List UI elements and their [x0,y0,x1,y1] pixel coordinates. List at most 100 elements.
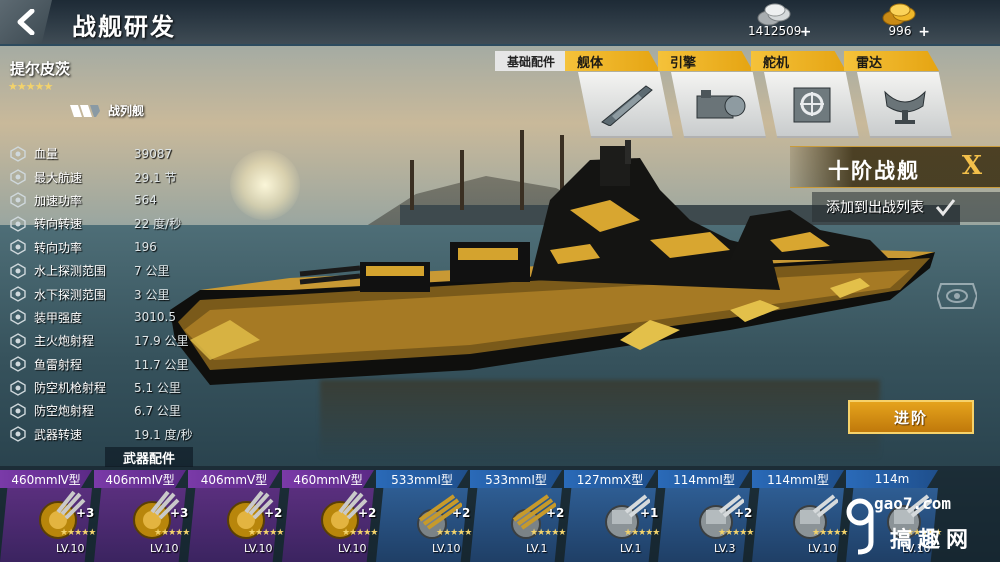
back-button[interactable] [0,0,52,44]
stat-value: 22 度/秒 [134,217,182,232]
ship-class: 战列舰 [70,102,144,119]
weapon-bonus: +2 [734,506,753,520]
part-radar[interactable] [857,72,952,138]
stat-label: 装甲强度 [34,310,83,325]
tab-engine[interactable]: 引擎 [658,51,753,71]
gao7-logo-icon [846,498,874,555]
stat-row: 防空炮射程 6.7 公里 [10,399,210,422]
weapon-card[interactable]: 460mmⅣ型 +3 ★★★★★ LV.10 [0,466,96,562]
weapon-card[interactable]: 114mmⅠ型 +2 ★★★★★ LV.3 [658,466,754,562]
star-icon: ★ [43,80,54,93]
stat-value: 3 公里 [134,287,170,302]
weapon-stars: ★★★★★ [718,528,754,538]
stat-icon [10,286,26,302]
page-title: 战舰研发 [72,13,176,41]
stat-value: 19.1 度/秒 [134,427,193,442]
silver-amount: 1412509 [748,24,802,38]
stat-label: 防空机枪射程 [34,381,107,396]
tab-hull[interactable]: 舰体 [565,51,660,71]
ship-rating-stars: ★★★★★ [8,80,54,93]
stat-row: 血量 39087 [10,142,210,165]
stat-icon [10,356,26,373]
stat-icon [10,216,26,232]
weapon-name: 114m [846,470,938,488]
weapon-card[interactable]: 533mmⅠ型 +2 ★★★★★ LV.1 [470,466,566,562]
stat-row: 转向功率 196 [10,236,210,259]
weapon-bonus: +3 [76,506,95,520]
parts-tabs: 基础配件 舰体 引擎 舵机 雷达 [495,50,939,72]
weapon-level: LV.1 [620,542,642,555]
silver-currency[interactable]: 1412509 + [748,2,811,40]
weapon-card[interactable]: 406mmⅤ型 +2 ★★★★★ LV.10 [188,466,284,562]
weapon-bonus: +2 [264,506,283,520]
hull-icon [600,85,653,126]
stat-icon [10,309,26,326]
stat-value: 11.7 公里 [134,357,189,372]
weapon-name: 460mmⅣ型 [282,470,374,488]
weapon-card[interactable]: 460mmⅣ型 +2 ★★★★★ LV.10 [282,466,378,562]
tab-rudder[interactable]: 舵机 [751,51,846,71]
weapon-card[interactable]: 114mmⅠ型 ★★★★★ LV.10 [752,466,848,562]
weapon-name: 114mmⅠ型 [658,470,750,488]
top-bar: 战舰研发 1412509 + 996 + [0,0,1000,46]
weapon-level: LV.10 [338,542,367,555]
add-silver-icon[interactable]: + [800,24,812,40]
stat-row: 转向转速 22 度/秒 [10,212,210,235]
weapon-name: 127mmⅩ型 [564,470,656,488]
checkmark-icon[interactable] [934,196,956,218]
stat-value: 196 [134,240,157,255]
gold-currency[interactable]: 996 + [880,2,930,40]
add-to-battle-list[interactable]: 添加到出战列表 [812,192,1000,222]
weapon-name: 460mmⅣ型 [0,470,92,488]
radar-icon [883,90,926,124]
weapon-stars: ★★★★★ [60,528,96,538]
upgrade-button[interactable]: 进阶 [848,400,974,434]
weapon-stars: ★★★★★ [248,528,284,538]
weapon-stars: ★★★★★ [624,528,660,538]
stat-row: 防空机枪射程 5.1 公里 [10,376,210,399]
weapon-bonus: +3 [170,506,189,520]
tab-radar[interactable]: 雷达 [844,51,939,71]
weapon-bonus: +2 [452,506,471,520]
weapon-card[interactable]: 127mmⅩ型 +1 ★★★★★ LV.1 [564,466,660,562]
stat-icon [10,262,26,279]
weapon-name: 406mmⅤ型 [188,470,280,488]
part-rudder[interactable] [764,72,859,138]
weapon-bonus: +1 [640,506,659,520]
weapon-level: LV.1 [526,542,548,555]
weapon-stars: ★★★★★ [812,528,848,538]
view-eye-icon[interactable] [937,280,977,312]
weapon-bonus: +2 [546,506,565,520]
weapon-card[interactable]: 406mmⅣ型 +3 ★★★★★ LV.10 [94,466,190,562]
add-gold-icon[interactable]: + [918,24,930,40]
weapon-name: 533mmⅠ型 [470,470,562,488]
weapon-level: LV.10 [808,542,837,555]
weapon-bonus: +2 [358,506,377,520]
part-hull[interactable] [578,72,673,138]
weapon-level: LV.10 [56,542,85,555]
stat-value: 7 公里 [134,264,170,279]
stat-icon [10,333,26,349]
stat-icon [10,379,26,396]
rudder-icon [793,87,830,123]
stat-value: 17.9 公里 [134,334,189,349]
close-icon[interactable]: X [962,151,982,181]
stat-label: 水上探测范围 [34,264,107,279]
watermark-site: gao7.com [874,494,952,513]
parts-list [578,72,952,140]
stat-icon [10,169,26,185]
weapon-level: LV.10 [150,542,179,555]
part-engine[interactable] [671,72,766,138]
tab-basic-parts[interactable]: 基础配件 [495,51,567,71]
weapon-card[interactable]: 533mmⅠ型 +2 ★★★★★ LV.10 [376,466,472,562]
stat-icon [10,403,26,419]
stat-label: 防空炮射程 [34,404,95,419]
star-icon: ★ [16,80,27,93]
engine-icon [696,90,745,119]
stat-icon [10,426,26,443]
battleship-class-icon [70,104,100,117]
stat-value: 5.1 公里 [134,381,181,396]
watermark: gao7.com 搞趣网 [846,492,996,558]
stat-icon [10,145,26,162]
stat-row: 最大航速 29.1 节 [10,165,210,188]
